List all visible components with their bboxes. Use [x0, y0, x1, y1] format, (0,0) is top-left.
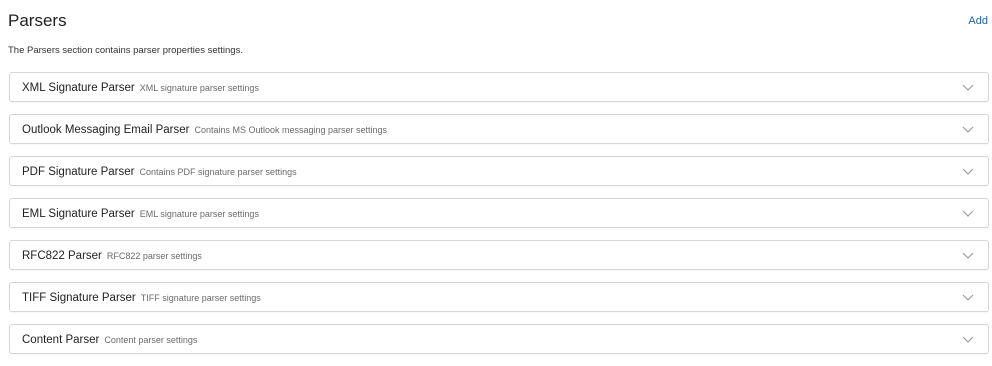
panel-header: Outlook Messaging Email Parser Contains M…: [22, 115, 387, 143]
panel-header: Content Parser Content parser settings: [22, 325, 197, 353]
chevron-down-icon[interactable]: [962, 250, 974, 260]
panel-header: RFC822 Parser RFC822 parser settings: [22, 241, 202, 269]
parser-description: Contains MS Outlook messaging parser set…: [194, 125, 388, 135]
section-description: The Parsers section contains parser prop…: [8, 45, 243, 56]
parser-name: EML Signature Parser: [22, 208, 135, 220]
parser-name: TIFF Signature Parser: [22, 292, 136, 304]
chevron-down-icon[interactable]: [962, 166, 974, 176]
panel-header: PDF Signature Parser Contains PDF signatu…: [22, 157, 297, 185]
chevron-down-icon[interactable]: [962, 292, 974, 302]
section-header: Parsers Add: [8, 10, 992, 36]
parser-name: RFC822 Parser: [22, 250, 102, 262]
parser-name: Outlook Messaging Email Parser: [22, 124, 190, 136]
panel-header: EML Signature Parser EML signature parser…: [22, 199, 259, 227]
parser-panel-content[interactable]: Content Parser Content parser settings: [9, 324, 989, 354]
add-button[interactable]: Add: [968, 13, 988, 29]
parser-description: XML signature parser settings: [139, 83, 259, 93]
chevron-down-icon[interactable]: [962, 124, 974, 134]
parser-panel-outlook-messaging[interactable]: Outlook Messaging Email Parser Contains M…: [9, 114, 989, 144]
parser-panel-eml-signature[interactable]: EML Signature Parser EML signature parser…: [9, 198, 989, 228]
parser-panel-rfc822[interactable]: RFC822 Parser RFC822 parser settings: [9, 240, 989, 270]
parser-name: PDF Signature Parser: [22, 166, 135, 178]
parser-description: TIFF signature parser settings: [140, 293, 261, 303]
parser-panel-pdf-signature[interactable]: PDF Signature Parser Contains PDF signatu…: [9, 156, 989, 186]
parser-description: Content parser settings: [104, 335, 198, 345]
parser-description: RFC822 parser settings: [106, 251, 202, 261]
page-title: Parsers: [8, 11, 67, 30]
parser-panel-tiff-signature[interactable]: TIFF Signature Parser TIFF signature pars…: [9, 282, 989, 312]
parser-description: Contains PDF signature parser settings: [139, 167, 297, 177]
parser-description: EML signature parser settings: [139, 209, 259, 219]
parser-list: XML Signature Parser XML signature parser…: [9, 72, 989, 366]
chevron-down-icon[interactable]: [962, 82, 974, 92]
parser-name: Content Parser: [22, 334, 100, 346]
chevron-down-icon[interactable]: [962, 334, 974, 344]
parser-name: XML Signature Parser: [22, 82, 135, 94]
chevron-down-icon[interactable]: [962, 208, 974, 218]
parser-panel-xml-signature[interactable]: XML Signature Parser XML signature parser…: [9, 72, 989, 102]
panel-header: TIFF Signature Parser TIFF signature pars…: [22, 283, 261, 311]
panel-header: XML Signature Parser XML signature parser…: [22, 73, 259, 101]
